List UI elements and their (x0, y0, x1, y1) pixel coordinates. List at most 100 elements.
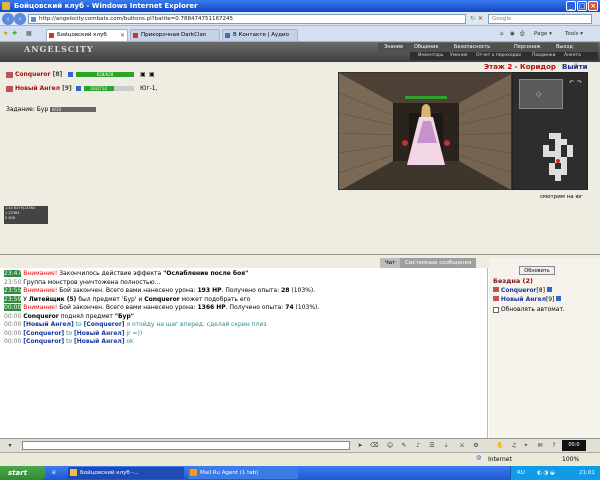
menu-knowledge[interactable]: Знание (384, 43, 403, 52)
hit-counter: 1:40 6479/13364 1 22364 0 628 (4, 206, 48, 224)
user-list-item[interactable]: Conqueror[8] (493, 287, 552, 294)
sub-menu: Инвентарь Умения Отчет о переходах Поеди… (410, 52, 598, 60)
chat-text: Литейщик (5) (28, 295, 77, 303)
compass[interactable]: ◇ (519, 79, 563, 109)
player-name[interactable]: Conqueror [8] (15, 71, 62, 79)
tab-favicon (133, 33, 138, 38)
favorites-star-icon[interactable]: ★ (3, 30, 8, 37)
music-icon[interactable]: ♫ (510, 442, 518, 450)
info-icon[interactable] (68, 72, 73, 77)
task-icon (190, 469, 197, 476)
auto-refresh-checkbox[interactable]: Обновлять автомат. (493, 306, 565, 313)
turn-left-icon[interactable]: ↶ (569, 79, 574, 86)
add-favorites-icon[interactable]: ✚ (12, 30, 17, 37)
quick-tabs-icon[interactable]: ▦ (26, 30, 32, 37)
tab-close-icon[interactable]: × (120, 30, 125, 41)
settings-icon[interactable]: ⚙ (472, 442, 480, 450)
page-menu[interactable]: Page ▾ (534, 29, 552, 39)
chat-input[interactable] (22, 441, 350, 450)
feeds-icon[interactable]: ◉ (510, 29, 515, 39)
quest-label: Задание: Бур (6, 106, 49, 113)
task-fight-club[interactable]: Бойцовский клуб -... (68, 467, 184, 479)
globe-icon: ◍ (476, 454, 482, 461)
navigation-panel: ◇ ↶ ↷ (512, 72, 588, 190)
hp-track: 432/732 (84, 86, 134, 91)
tab-darkclan[interactable]: Прикорочная DarkClan (130, 29, 220, 41)
home-icon[interactable]: ⌂ (500, 29, 504, 39)
forward-button[interactable]: › (14, 13, 26, 25)
chat-nick[interactable]: [Новый Ангел] (23, 321, 74, 328)
send-icon[interactable]: ➤ (356, 442, 364, 450)
help-icon[interactable]: ? (550, 442, 558, 450)
chat-timestamp: 23:55 (4, 287, 22, 294)
tray-icons[interactable]: ◐ ◑ ◒ (537, 466, 555, 480)
chat-timestamp: 00:00 (4, 321, 22, 328)
fight-icon[interactable]: ⚔ (458, 442, 466, 450)
chat-text: . Получено опыта: (225, 304, 286, 311)
search-input[interactable]: Google (488, 14, 592, 24)
chat-text: Бой закончен. Всего вами нанесено урона: (57, 304, 198, 311)
chat-text: 193 HP (197, 287, 222, 294)
chat-text: может подобрать его (179, 295, 251, 303)
mail-icon[interactable]: ✉ (536, 442, 544, 450)
chat-nick[interactable]: [Новый Ангел] (74, 330, 125, 337)
chat-text: Внимание! (23, 287, 58, 294)
exit-link[interactable]: Выйти (562, 63, 588, 71)
chat-nick[interactable]: [Conqueror] (23, 338, 64, 345)
submenu-transfers[interactable]: Отчет о переходах (476, 52, 521, 60)
refresh-button[interactable]: Обновить (519, 266, 555, 275)
filter-icon[interactable]: ✎ (400, 442, 408, 450)
print-icon[interactable]: ⎙ (520, 29, 524, 39)
chat-nick[interactable]: [Conqueror] (23, 330, 64, 337)
refresh-icon[interactable]: ↻ (470, 15, 475, 22)
taskbar: start e Бойцовский клуб -... Mail.Ru Age… (0, 466, 600, 480)
view-caption: смотрим на юг (540, 194, 583, 200)
tab-chat[interactable]: Чат (380, 258, 401, 268)
submenu-battles[interactable]: Поединки (532, 52, 556, 60)
player-name[interactable]: Новый Ангел [9] (15, 85, 72, 93)
submenu-profile[interactable]: Анкета (564, 52, 581, 60)
chat-text: Бой закончен. Всего вами нанесено урона: (57, 287, 198, 294)
tab-fight-club[interactable]: Бойцовский клуб × (46, 29, 128, 41)
zoom-level[interactable]: 100% (562, 456, 579, 463)
stop-icon[interactable]: ✕ (478, 15, 483, 22)
tools-menu[interactable]: Tools ▾ (565, 29, 583, 39)
tab-system-messages[interactable]: Системные сообщения (400, 258, 477, 268)
chat-nick[interactable]: [Новый Ангел] (74, 338, 125, 345)
info-icon[interactable] (76, 86, 81, 91)
menu-exit[interactable]: Выход (556, 43, 573, 52)
translit-icon[interactable]: ☰ (428, 442, 436, 450)
submenu-skills[interactable]: Умения (450, 52, 467, 60)
user-list-item[interactable]: Новый Ангел[9] (493, 296, 562, 303)
menu-chat[interactable]: Общение (414, 43, 438, 52)
quicklaunch-ie-icon[interactable]: e (52, 469, 56, 476)
scroll-icon[interactable]: ⇣ (442, 442, 450, 450)
dungeon-view[interactable] (338, 72, 512, 190)
back-button[interactable]: ‹ (2, 13, 14, 25)
chat-nick[interactable]: [Conqueror] (84, 321, 125, 328)
smiles-icon[interactable]: ☺ (386, 442, 394, 450)
address-bar[interactable]: http://angelscity.combats.com/buttons.pl… (28, 14, 466, 24)
chat-mode-icon[interactable]: ▾ (6, 442, 14, 450)
hand-icon[interactable]: ✋ (496, 442, 504, 450)
menu-character[interactable]: Персонаж (514, 43, 541, 52)
lang-indicator[interactable]: RU (517, 466, 525, 480)
start-button[interactable]: start (0, 466, 46, 480)
chat-text: 1366 HP (197, 304, 226, 311)
task-mail-agent[interactable]: Mail.Ru Agent (1 tab) (188, 467, 298, 479)
turn-right-icon[interactable]: ↷ (577, 79, 582, 86)
chat-timestamp: 00:00 (4, 312, 22, 320)
chat-text: я отойду на шаг вперед. сделай скрин пли… (124, 321, 267, 328)
submenu-inventory[interactable]: Инвентарь (418, 52, 444, 60)
game-content: Conqueror [8] 628/628 ▣ ▣ Новый Ангел [9… (0, 62, 600, 254)
hp-track: 628/628 (76, 72, 134, 77)
close-button[interactable]: × (588, 1, 598, 11)
tab-vkontakte[interactable]: В Контакте | Аудио (222, 29, 298, 41)
maximize-button[interactable]: □ (577, 1, 587, 11)
map-icon[interactable]: ⌖ (522, 442, 530, 450)
window-titlebar: Бойцовский клуб - Windows Internet Explo… (0, 0, 600, 12)
sound-icon[interactable]: ♪ (414, 442, 422, 450)
minimize-button[interactable]: _ (566, 1, 576, 11)
menu-security[interactable]: Безопасность (454, 43, 490, 52)
clear-icon[interactable]: ⌫ (370, 442, 378, 450)
